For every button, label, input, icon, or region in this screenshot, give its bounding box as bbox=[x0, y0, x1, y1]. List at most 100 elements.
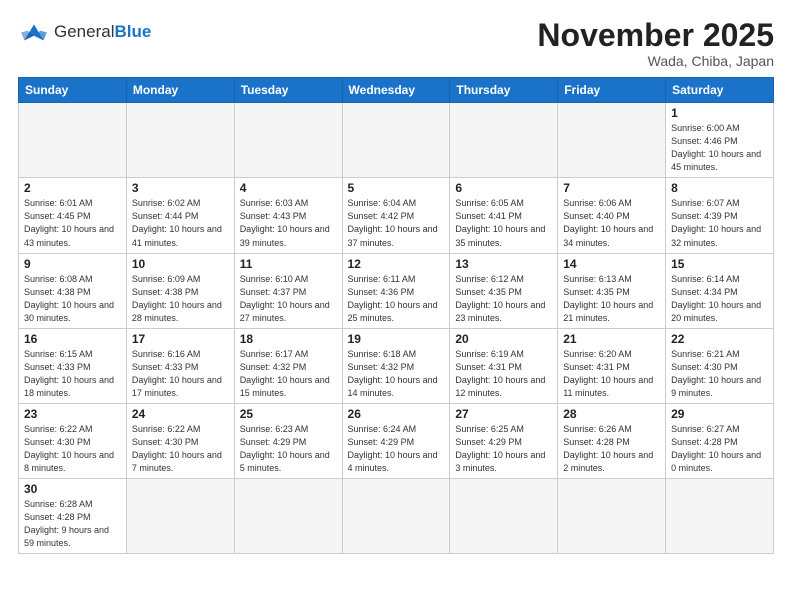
calendar-cell: 20Sunrise: 6:19 AMSunset: 4:31 PMDayligh… bbox=[450, 328, 558, 403]
calendar-week-row: 16 Sunrise: 6:15 AMSunset: 4:33 PMDayligh… bbox=[19, 328, 774, 403]
day-number: 24 bbox=[132, 407, 229, 421]
day-info: Sunrise: 6:21 AMSunset: 4:30 PMDaylight:… bbox=[671, 348, 768, 400]
calendar-cell bbox=[126, 103, 234, 178]
calendar-week-row: 30Sunrise: 6:28 AMSunset: 4:28 PMDayligh… bbox=[19, 479, 774, 554]
day-number: 22 bbox=[671, 332, 768, 346]
day-number: 12 bbox=[348, 257, 445, 271]
calendar-cell: 26Sunrise: 6:24 AMSunset: 4:29 PMDayligh… bbox=[342, 403, 450, 478]
day-info: Sunrise: 6:11 AMSunset: 4:36 PMDaylight:… bbox=[348, 273, 445, 325]
header: GeneralBlue November 2025 Wada, Chiba, J… bbox=[18, 18, 774, 69]
logo-icon bbox=[18, 18, 50, 46]
day-number: 1 bbox=[671, 106, 768, 120]
calendar-cell bbox=[450, 103, 558, 178]
calendar-cell: 7Sunrise: 6:06 AMSunset: 4:40 PMDaylight… bbox=[558, 178, 666, 253]
day-number: 21 bbox=[563, 332, 660, 346]
calendar-cell: 11Sunrise: 6:10 AMSunset: 4:37 PMDayligh… bbox=[234, 253, 342, 328]
calendar-table: Sunday Monday Tuesday Wednesday Thursday… bbox=[18, 77, 774, 554]
day-number: 10 bbox=[132, 257, 229, 271]
day-info: Sunrise: 6:25 AMSunset: 4:29 PMDaylight:… bbox=[455, 423, 552, 475]
day-number: 13 bbox=[455, 257, 552, 271]
header-sunday: Sunday bbox=[19, 78, 127, 103]
calendar-cell: 25 Sunrise: 6:23 AMSunset: 4:29 PMDayligh… bbox=[234, 403, 342, 478]
calendar-cell bbox=[666, 479, 774, 554]
calendar-cell: 24Sunrise: 6:22 AMSunset: 4:30 PMDayligh… bbox=[126, 403, 234, 478]
calendar-cell: 18 Sunrise: 6:17 AMSunset: 4:32 PMDayligh… bbox=[234, 328, 342, 403]
day-info: Sunrise: 6:23 AMSunset: 4:29 PMDaylight:… bbox=[240, 423, 337, 475]
day-number: 15 bbox=[671, 257, 768, 271]
calendar-cell: 15 Sunrise: 6:14 AMSunset: 4:34 PMDayligh… bbox=[666, 253, 774, 328]
day-info: Sunrise: 6:03 AMSunset: 4:43 PMDaylight:… bbox=[240, 197, 337, 249]
day-info: Sunrise: 6:22 AMSunset: 4:30 PMDaylight:… bbox=[24, 423, 121, 475]
day-number: 3 bbox=[132, 181, 229, 195]
calendar-cell bbox=[126, 479, 234, 554]
day-info: Sunrise: 6:28 AMSunset: 4:28 PMDaylight:… bbox=[24, 498, 121, 550]
day-number: 25 bbox=[240, 407, 337, 421]
day-number: 8 bbox=[671, 181, 768, 195]
day-number: 11 bbox=[240, 257, 337, 271]
calendar-cell: 21 Sunrise: 6:20 AMSunset: 4:31 PMDayligh… bbox=[558, 328, 666, 403]
day-info: Sunrise: 6:07 AMSunset: 4:39 PMDaylight:… bbox=[671, 197, 768, 249]
day-number: 4 bbox=[240, 181, 337, 195]
day-info: Sunrise: 6:20 AMSunset: 4:31 PMDaylight:… bbox=[563, 348, 660, 400]
day-info: Sunrise: 6:00 AMSunset: 4:46 PMDaylight:… bbox=[671, 122, 768, 174]
calendar-cell: 17 Sunrise: 6:16 AMSunset: 4:33 PMDayligh… bbox=[126, 328, 234, 403]
day-number: 27 bbox=[455, 407, 552, 421]
calendar-cell: 29Sunrise: 6:27 AMSunset: 4:28 PMDayligh… bbox=[666, 403, 774, 478]
calendar-cell bbox=[342, 479, 450, 554]
day-info: Sunrise: 6:27 AMSunset: 4:28 PMDaylight:… bbox=[671, 423, 768, 475]
day-info: Sunrise: 6:01 AMSunset: 4:45 PMDaylight:… bbox=[24, 197, 121, 249]
calendar-cell bbox=[558, 103, 666, 178]
day-info: Sunrise: 6:17 AMSunset: 4:32 PMDaylight:… bbox=[240, 348, 337, 400]
day-number: 23 bbox=[24, 407, 121, 421]
calendar-cell: 19 Sunrise: 6:18 AMSunset: 4:32 PMDayligh… bbox=[342, 328, 450, 403]
day-info: Sunrise: 6:13 AMSunset: 4:35 PMDaylight:… bbox=[563, 273, 660, 325]
day-info: Sunrise: 6:18 AMSunset: 4:32 PMDaylight:… bbox=[348, 348, 445, 400]
page: GeneralBlue November 2025 Wada, Chiba, J… bbox=[0, 0, 792, 612]
calendar-cell: 9Sunrise: 6:08 AMSunset: 4:38 PMDaylight… bbox=[19, 253, 127, 328]
calendar-week-row: 9Sunrise: 6:08 AMSunset: 4:38 PMDaylight… bbox=[19, 253, 774, 328]
calendar-week-row: 23 Sunrise: 6:22 AMSunset: 4:30 PMDayligh… bbox=[19, 403, 774, 478]
header-saturday: Saturday bbox=[666, 78, 774, 103]
calendar-cell: 2Sunrise: 6:01 AMSunset: 4:45 PMDaylight… bbox=[19, 178, 127, 253]
calendar-cell bbox=[234, 479, 342, 554]
calendar-cell bbox=[558, 479, 666, 554]
calendar-cell: 27 Sunrise: 6:25 AMSunset: 4:29 PMDayligh… bbox=[450, 403, 558, 478]
day-number: 16 bbox=[24, 332, 121, 346]
calendar-week-row: 1 Sunrise: 6:00 AMSunset: 4:46 PMDaylight… bbox=[19, 103, 774, 178]
day-info: Sunrise: 6:06 AMSunset: 4:40 PMDaylight:… bbox=[563, 197, 660, 249]
day-number: 5 bbox=[348, 181, 445, 195]
calendar-cell: 4 Sunrise: 6:03 AMSunset: 4:43 PMDaylight… bbox=[234, 178, 342, 253]
weekday-header-row: Sunday Monday Tuesday Wednesday Thursday… bbox=[19, 78, 774, 103]
calendar-cell: 14 Sunrise: 6:13 AMSunset: 4:35 PMDayligh… bbox=[558, 253, 666, 328]
calendar-cell bbox=[342, 103, 450, 178]
day-number: 9 bbox=[24, 257, 121, 271]
day-info: Sunrise: 6:26 AMSunset: 4:28 PMDaylight:… bbox=[563, 423, 660, 475]
calendar-cell: 5 Sunrise: 6:04 AMSunset: 4:42 PMDaylight… bbox=[342, 178, 450, 253]
calendar-cell: 23 Sunrise: 6:22 AMSunset: 4:30 PMDayligh… bbox=[19, 403, 127, 478]
logo: GeneralBlue bbox=[18, 18, 151, 46]
calendar-week-row: 2Sunrise: 6:01 AMSunset: 4:45 PMDaylight… bbox=[19, 178, 774, 253]
day-number: 19 bbox=[348, 332, 445, 346]
day-number: 14 bbox=[563, 257, 660, 271]
day-info: Sunrise: 6:16 AMSunset: 4:33 PMDaylight:… bbox=[132, 348, 229, 400]
header-wednesday: Wednesday bbox=[342, 78, 450, 103]
day-number: 18 bbox=[240, 332, 337, 346]
calendar-cell bbox=[450, 479, 558, 554]
day-info: Sunrise: 6:15 AMSunset: 4:33 PMDaylight:… bbox=[24, 348, 121, 400]
calendar-cell: 8 Sunrise: 6:07 AMSunset: 4:39 PMDaylight… bbox=[666, 178, 774, 253]
header-friday: Friday bbox=[558, 78, 666, 103]
month-title: November 2025 bbox=[537, 18, 774, 53]
calendar-cell: 12 Sunrise: 6:11 AMSunset: 4:36 PMDayligh… bbox=[342, 253, 450, 328]
day-info: Sunrise: 6:05 AMSunset: 4:41 PMDaylight:… bbox=[455, 197, 552, 249]
day-number: 17 bbox=[132, 332, 229, 346]
day-number: 20 bbox=[455, 332, 552, 346]
calendar-cell: 1 Sunrise: 6:00 AMSunset: 4:46 PMDaylight… bbox=[666, 103, 774, 178]
header-monday: Monday bbox=[126, 78, 234, 103]
day-info: Sunrise: 6:02 AMSunset: 4:44 PMDaylight:… bbox=[132, 197, 229, 249]
calendar-cell: 28Sunrise: 6:26 AMSunset: 4:28 PMDayligh… bbox=[558, 403, 666, 478]
calendar-cell: 16 Sunrise: 6:15 AMSunset: 4:33 PMDayligh… bbox=[19, 328, 127, 403]
day-info: Sunrise: 6:04 AMSunset: 4:42 PMDaylight:… bbox=[348, 197, 445, 249]
day-info: Sunrise: 6:14 AMSunset: 4:34 PMDaylight:… bbox=[671, 273, 768, 325]
calendar-cell: 10Sunrise: 6:09 AMSunset: 4:38 PMDayligh… bbox=[126, 253, 234, 328]
logo-text: GeneralBlue bbox=[54, 23, 151, 42]
